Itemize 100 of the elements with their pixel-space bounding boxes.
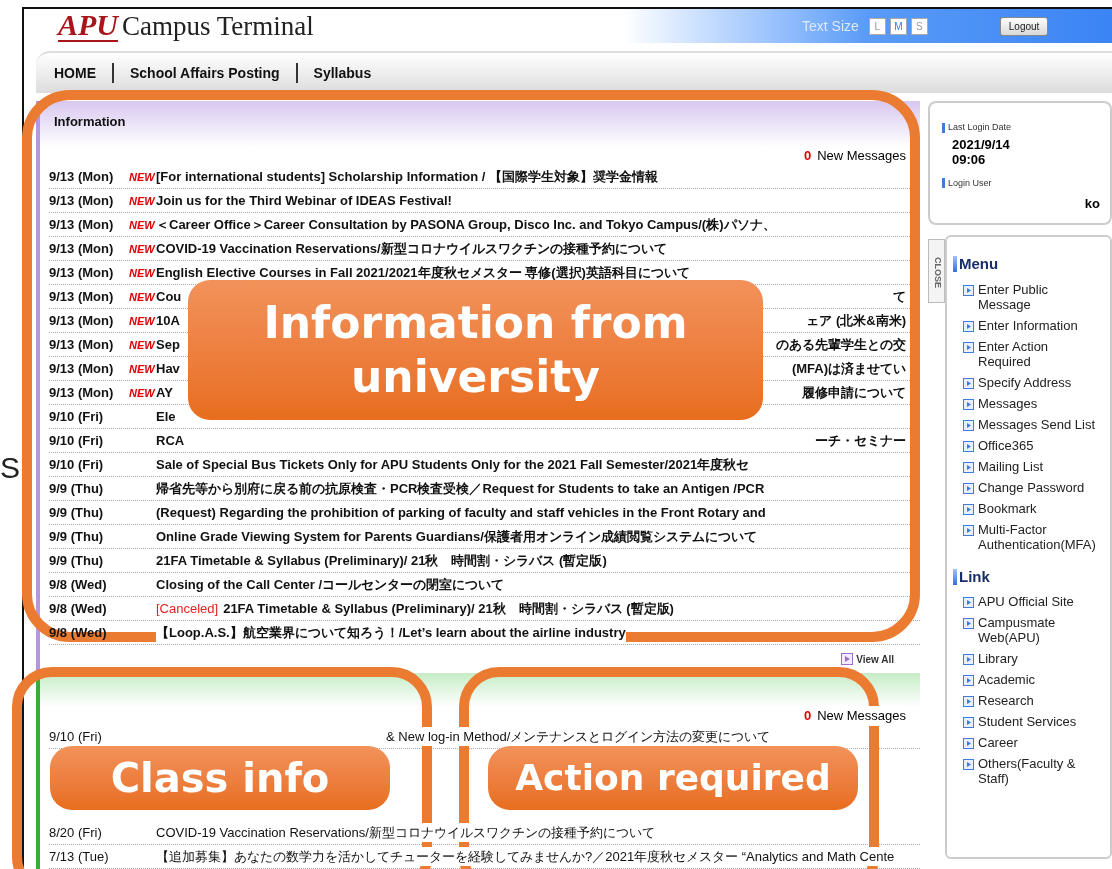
- post-title-link[interactable]: のある先輩学生との交: [776, 334, 906, 355]
- post-title-link[interactable]: (MFA)は済ませてい: [791, 358, 906, 379]
- view-all-link[interactable]: View All: [856, 651, 894, 667]
- post-date: 9/13 (Mon): [49, 191, 115, 210]
- sidebar-link[interactable]: Research: [978, 693, 1103, 708]
- post-date: 9/9 (Thu): [49, 551, 105, 570]
- login-date: 2021/9/14: [952, 136, 1011, 152]
- play-square-icon: [963, 284, 974, 296]
- new-count: 0: [803, 147, 812, 166]
- sidebar-link[interactable]: Specify Address: [978, 374, 1103, 390]
- post-title-link[interactable]: & New log-in Method/メンテナンスとログイン方法の変更について: [386, 726, 771, 747]
- nav-link[interactable]: Syllabus: [313, 62, 372, 84]
- post-date: 9/13 (Mon): [49, 383, 115, 402]
- post-title-link[interactable]: 21FA Timetable & Syllabus (Preliminary)/ 21秋 時間割・シラバス (暫定版): [223, 598, 674, 619]
- post-date: 9/13 (Mon): [49, 263, 115, 282]
- sidebar-link[interactable]: Messages Send List: [978, 416, 1103, 432]
- stray-letter: S: [0, 450, 21, 486]
- new-label: NEW: [129, 362, 155, 375]
- post-date: 8/20 (Fri): [49, 823, 103, 842]
- callout-label: Information from university: [188, 280, 763, 420]
- play-square-icon: [963, 482, 974, 494]
- play-square-icon: [963, 597, 974, 608]
- post-date: 9/13 (Mon): [49, 359, 115, 378]
- post-title-link[interactable]: 【Loop.A.S.】航空業界について知ろう！/Let’s learn about the airline industry: [156, 622, 626, 643]
- nav-link[interactable]: School Affairs Posting: [130, 62, 280, 84]
- sidebar-link[interactable]: Others(Faculty & Staff): [978, 756, 1103, 786]
- play-square-icon: [963, 419, 974, 431]
- play-square-icon: [963, 377, 974, 389]
- site-title: Campus Terminal: [122, 9, 314, 43]
- sidebar-link[interactable]: Change Password: [978, 479, 1103, 495]
- new-label: NEW: [129, 266, 155, 279]
- sidebar-heading: Link: [959, 566, 990, 587]
- play-square-icon: [841, 653, 854, 665]
- play-square-icon: [963, 696, 974, 707]
- post-date: 9/8 (Wed): [49, 599, 108, 618]
- post-title-link[interactable]: 21FA Timetable & Syllabus (Preliminary)/ 21秋 時間割・シラバス (暫定版): [156, 550, 607, 571]
- post-title-link[interactable]: English Elective Courses in Fall 2021/2021年度秋セメスター 専修(選択)英語科目について: [156, 262, 690, 283]
- play-square-icon: [963, 717, 974, 728]
- play-square-icon: [963, 524, 974, 536]
- post-title-link[interactable]: 帰省先等から別府に戻る前の抗原検査・PCR検査受検／Request for Students to take an Antigen /PCR: [156, 478, 765, 499]
- sidebar-link[interactable]: Messages: [978, 395, 1103, 411]
- play-square-icon: [963, 618, 974, 629]
- post-date: 9/13 (Mon): [49, 239, 115, 258]
- post-date: 7/13 (Tue): [49, 847, 110, 866]
- post-date: 9/8 (Wed): [49, 575, 108, 594]
- new-messages-label: New Messages: [817, 147, 906, 166]
- play-square-icon: [963, 398, 974, 410]
- post-date: 9/13 (Mon): [49, 311, 115, 330]
- sidebar-link[interactable]: Student Services: [978, 714, 1103, 729]
- sidebar-link[interactable]: Enter Information: [978, 317, 1103, 333]
- post-date: 9/13 (Mon): [49, 335, 115, 354]
- play-square-icon: [963, 654, 974, 665]
- play-square-icon: [963, 461, 974, 473]
- post-title-link[interactable]: Closing of the Call Center /コールセンターの閉室について: [156, 574, 505, 595]
- sidebar-link[interactable]: Mailing List: [978, 458, 1103, 474]
- section-title: Information: [54, 114, 126, 129]
- login-time: 09:06: [952, 151, 987, 167]
- post-date: 9/13 (Mon): [49, 215, 115, 234]
- section-marker-icon: [953, 256, 957, 273]
- sidebar-link[interactable]: Academic: [978, 672, 1103, 687]
- post-title-link[interactable]: Online Grade Viewing System for Parents Guardians/保護者用オンライン成績閲覧システムについて: [156, 526, 757, 547]
- play-square-icon: [963, 759, 974, 770]
- sidebar-link[interactable]: Career: [978, 735, 1103, 750]
- sidebar-link[interactable]: Multi-Factor Authentication(MFA): [978, 521, 1103, 552]
- new-label: NEW: [129, 194, 155, 207]
- sidebar-link[interactable]: Campusmate Web(APU): [978, 615, 1103, 645]
- sidebar-heading: Menu: [959, 254, 999, 274]
- new-label: NEW: [129, 242, 155, 255]
- field-label: Last Login Date: [948, 121, 1012, 134]
- callout-label: Class info: [50, 746, 390, 810]
- post-title-link[interactable]: 履修申請について: [802, 382, 906, 403]
- sidebar-link[interactable]: Enter Public Message: [978, 281, 1103, 312]
- play-square-icon: [963, 440, 974, 452]
- new-label: NEW: [129, 218, 155, 231]
- post-date: 9/10 (Fri): [49, 727, 103, 746]
- sidebar-link[interactable]: Enter Action Required: [978, 338, 1103, 369]
- post-date: 9/9 (Thu): [49, 479, 105, 498]
- play-square-icon: [963, 738, 974, 749]
- post-date: 9/13 (Mon): [49, 167, 115, 186]
- post-title-link[interactable]: COVID-19 Vaccination Reservations/新型コロナウイルスワクチンの接種予約について: [156, 822, 655, 843]
- play-square-icon: [963, 503, 974, 515]
- play-square-icon: [963, 675, 974, 686]
- post-date: 9/9 (Thu): [49, 527, 105, 546]
- sidebar-link[interactable]: APU Official Site: [978, 594, 1103, 609]
- logout-button[interactable]: Logout: [999, 16, 1049, 36]
- sidebar-link[interactable]: Library: [978, 651, 1103, 666]
- new-label: NEW: [129, 314, 155, 327]
- sidebar-link[interactable]: Office365: [978, 437, 1103, 453]
- post-title-link[interactable]: [For international students] Scholarship Information / 【国際学生対象】奨学金情報: [156, 166, 658, 187]
- field-label: Login User: [948, 176, 992, 190]
- text-size-button[interactable]: M: [889, 17, 907, 35]
- post-date: 9/13 (Mon): [49, 287, 115, 306]
- new-count: 0: [803, 707, 812, 726]
- post-date: 9/10 (Fri): [49, 407, 105, 426]
- nav-link[interactable]: HOME: [54, 62, 96, 84]
- sidebar-link[interactable]: Bookmark: [978, 500, 1103, 516]
- post-date: 9/10 (Fri): [49, 455, 105, 474]
- post-title-link[interactable]: Sale of Special Bus Tickets Only for APU Students Only for the 2021 Fall Semester/2021年度秋セ: [156, 454, 750, 475]
- new-label: NEW: [129, 338, 155, 351]
- close-tab[interactable]: CLOSE: [928, 239, 945, 303]
